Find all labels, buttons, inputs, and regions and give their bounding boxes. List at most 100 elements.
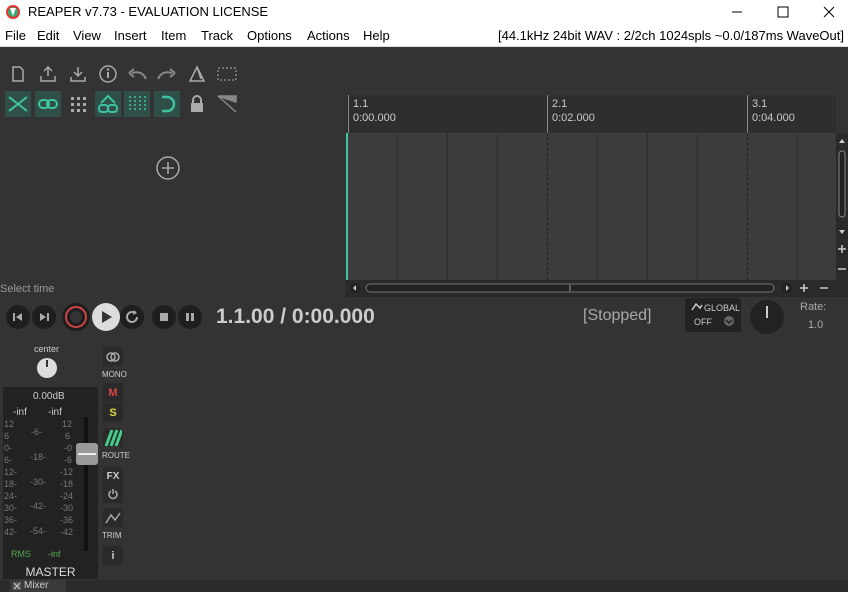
maximize-icon — [777, 6, 789, 18]
scale-tick: 12 — [4, 419, 15, 429]
undo-button[interactable] — [124, 61, 150, 87]
menu-file[interactable]: File — [5, 28, 26, 43]
go-to-start-button[interactable] — [6, 305, 30, 329]
lock-button[interactable] — [184, 91, 210, 117]
scale-tick: -42 — [60, 527, 74, 537]
track-area[interactable] — [346, 133, 836, 280]
grid-line — [447, 133, 448, 280]
vertical-scrollbar[interactable] — [836, 133, 848, 280]
scale-tick: -36 — [60, 515, 74, 525]
bar-line — [747, 133, 748, 280]
menu-view[interactable]: View — [73, 28, 101, 43]
route-label: ROUTE — [102, 451, 130, 460]
metronome-button[interactable] — [184, 61, 210, 87]
pan-knob[interactable] — [37, 358, 57, 378]
metronome-icon — [188, 65, 206, 82]
ruler-marker: 2.1 0:02.000 — [547, 95, 595, 133]
menu-edit[interactable]: Edit — [37, 28, 59, 43]
snap-grid-button[interactable] — [65, 91, 91, 117]
menu-item[interactable]: Item — [161, 28, 186, 43]
rms-label: RMS — [11, 549, 31, 559]
menu-help[interactable]: Help — [363, 28, 390, 43]
grid-line — [697, 133, 698, 280]
automation-envelope-icon — [691, 302, 703, 311]
redo-button[interactable] — [154, 61, 180, 87]
stop-button[interactable] — [152, 305, 176, 329]
solo-button[interactable]: S — [103, 403, 123, 422]
redo-icon — [157, 68, 176, 80]
volume-fader[interactable] — [76, 443, 98, 465]
mute-button[interactable]: M — [103, 383, 123, 402]
go-to-end-button[interactable] — [32, 305, 56, 329]
ruler-bar-label: 1.1 — [353, 98, 369, 110]
play-icon — [102, 311, 112, 323]
scale-tick: 24- — [4, 491, 18, 501]
time-position-display[interactable]: 1.1.00 / 0:00.000 — [216, 305, 375, 329]
rms-value: -inf — [48, 549, 61, 559]
item-grouping-button[interactable] — [35, 91, 61, 117]
pause-button[interactable] — [178, 305, 202, 329]
scale-tick: 30- — [4, 503, 18, 513]
global-automation-override[interactable]: GLOBAL OFF — [685, 298, 741, 332]
play-status: [Stopped] — [583, 307, 652, 324]
maximize-button[interactable] — [760, 0, 806, 24]
grid-lines-button[interactable] — [124, 91, 150, 117]
scale-tick: -18 — [60, 479, 74, 489]
track-info-button[interactable]: i — [103, 546, 123, 565]
fx-bypass-button[interactable] — [103, 484, 123, 503]
link-icon — [38, 99, 58, 109]
auto-crossfade-icon — [217, 95, 237, 113]
menu-track[interactable]: Track — [201, 28, 233, 43]
project-settings-button[interactable] — [95, 61, 121, 87]
skip-back-icon — [13, 313, 22, 321]
grid-toggle-button[interactable] — [214, 61, 240, 87]
envelope-link-icon — [98, 94, 118, 113]
fader-track[interactable] — [84, 417, 88, 551]
scale-tick: 6- — [4, 455, 13, 465]
new-project-button[interactable] — [5, 61, 31, 87]
ruler-bar-label: 2.1 — [552, 98, 568, 110]
trim-button[interactable] — [103, 508, 123, 527]
mono-button[interactable] — [103, 347, 123, 366]
scale-tick: 12- — [4, 467, 18, 477]
rate-value[interactable]: 1.0 — [808, 319, 823, 331]
scale-tick: -54- — [30, 526, 47, 536]
audio-status[interactable]: [44.1kHz 24bit WAV : 2/2ch 1024spls ~0.0… — [498, 28, 844, 43]
peak-right[interactable]: -inf — [48, 407, 62, 418]
horizontal-scrollbar[interactable] — [346, 280, 848, 297]
record-button[interactable] — [62, 303, 90, 331]
ruler-time-label: 0:02.000 — [552, 112, 595, 124]
playrate-knob[interactable] — [750, 300, 784, 334]
route-button[interactable] — [103, 428, 123, 447]
open-project-button[interactable] — [35, 61, 61, 87]
loop-button[interactable] — [154, 91, 180, 117]
window-title: REAPER v7.73 - EVALUATION LICENSE — [28, 4, 269, 19]
peak-left[interactable]: -inf — [13, 407, 27, 418]
skip-forward-icon — [40, 313, 49, 321]
scale-tick: -30- — [30, 477, 47, 487]
repeat-button[interactable] — [120, 305, 144, 329]
save-project-button[interactable] — [65, 61, 91, 87]
pan-indicator — [46, 360, 48, 367]
close-icon — [823, 6, 835, 18]
volume-readout[interactable]: 0.00dB — [33, 391, 65, 402]
menu-actions[interactable]: Actions — [307, 28, 350, 43]
add-track-button[interactable] — [155, 155, 181, 181]
menu-insert[interactable]: Insert — [114, 28, 147, 43]
close-button[interactable] — [806, 0, 848, 24]
edit-cursor[interactable] — [346, 133, 348, 280]
grid-lines-icon — [129, 96, 146, 112]
mixer-tab[interactable]: Mixer — [10, 580, 66, 592]
auto-crossfade-button[interactable] — [214, 91, 240, 117]
scale-tick: 42- — [4, 527, 18, 537]
play-button[interactable] — [92, 303, 120, 331]
undo-icon — [128, 68, 147, 80]
mono-label: MONO — [102, 370, 127, 379]
envelope-link-button[interactable] — [95, 91, 121, 117]
close-tab-icon[interactable] — [13, 582, 21, 590]
ripple-edit-button[interactable] — [5, 91, 31, 117]
menu-options[interactable]: Options — [247, 28, 292, 43]
minimize-button[interactable] — [714, 0, 760, 24]
timeline-ruler[interactable]: 1.1 0:00.000 2.1 0:02.000 3.1 0:04.000 — [346, 95, 836, 133]
ruler-time-label: 0:04.000 — [752, 112, 795, 124]
